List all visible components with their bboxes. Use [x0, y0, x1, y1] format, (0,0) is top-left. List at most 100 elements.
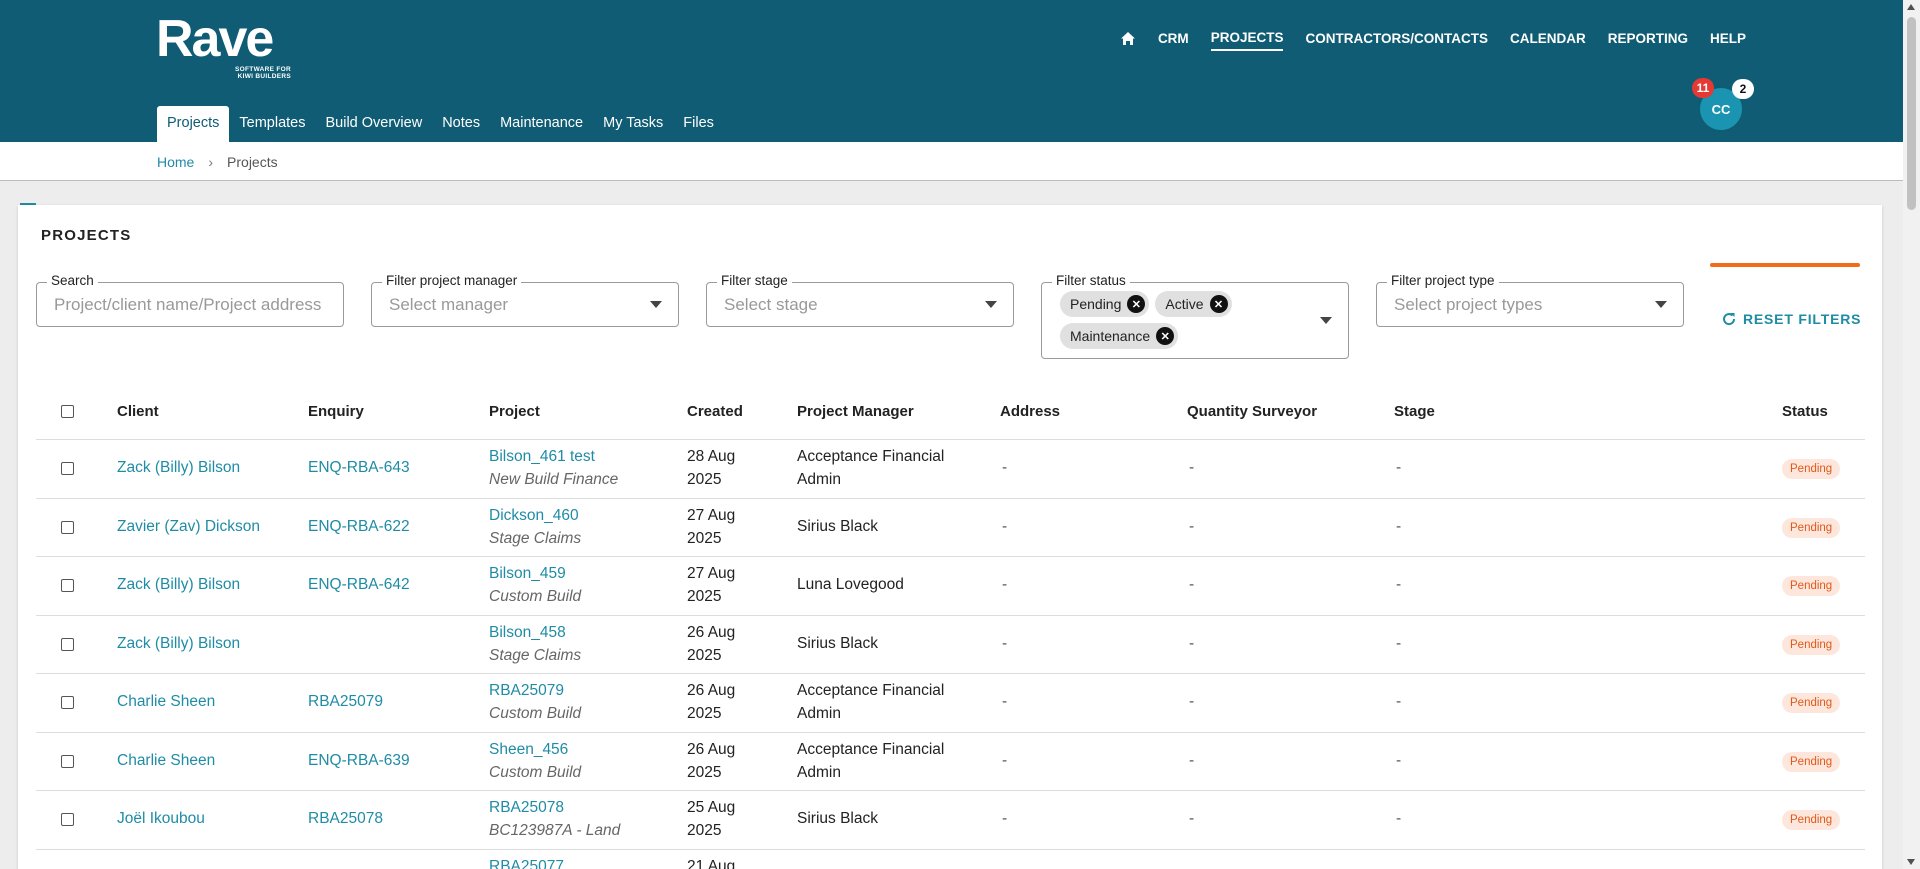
- enquiry-link[interactable]: ENQ-RBA-639: [308, 752, 410, 770]
- project-type: Stage Claims: [489, 529, 582, 547]
- enquiry-link[interactable]: ENQ-RBA-643: [308, 459, 410, 477]
- manager-filter[interactable]: Filter project manager Select manager: [371, 273, 679, 327]
- remove-chip-icon[interactable]: ✕: [1127, 295, 1146, 313]
- row-checkbox[interactable]: [61, 813, 74, 826]
- row-checkbox[interactable]: [61, 462, 74, 475]
- user-menu[interactable]: CC 11 2: [1692, 78, 1754, 132]
- header-address[interactable]: Address: [1000, 403, 1060, 420]
- tab-maintenance[interactable]: Maintenance: [490, 106, 593, 142]
- table-row[interactable]: Zack (Billy) Bilson ENQ-RBA-643 Bilson_461…: [36, 440, 1865, 499]
- search-input[interactable]: [54, 295, 324, 315]
- header-created[interactable]: Created: [687, 403, 743, 420]
- project-type-filter[interactable]: Filter project type Select project types: [1376, 273, 1684, 327]
- page-title: PROJECTS: [41, 227, 132, 244]
- header-enquiry[interactable]: Enquiry: [308, 403, 364, 420]
- top-nav-projects[interactable]: PROJECTS: [1210, 30, 1284, 51]
- project-link[interactable]: Bilson_459: [489, 562, 581, 585]
- remove-chip-icon[interactable]: ✕: [1156, 327, 1175, 345]
- project-link[interactable]: Dickson_460: [489, 504, 581, 527]
- chevron-down-icon[interactable]: [1320, 317, 1332, 324]
- select-all-checkbox[interactable]: [61, 405, 74, 418]
- tab-templates[interactable]: Templates: [229, 106, 315, 142]
- search-field[interactable]: Search: [36, 273, 344, 327]
- project-manager-name-cont: Admin: [797, 471, 841, 488]
- manager-filter-placeholder: Select manager: [389, 295, 509, 314]
- tab-files[interactable]: Files: [673, 106, 724, 142]
- enquiry-link[interactable]: ENQ-RBA-622: [308, 518, 410, 536]
- status-chip-active: Active ✕: [1155, 291, 1232, 317]
- table-row[interactable]: Zack (Billy) Bilson ENQ-RBA-642 Bilson_459…: [36, 557, 1865, 616]
- breadcrumb-home[interactable]: Home: [157, 154, 194, 170]
- tab-my-tasks[interactable]: My Tasks: [593, 106, 673, 142]
- client-link[interactable]: Zavier (Zav) Dickson: [117, 518, 260, 536]
- page-scrollbar[interactable]: [1903, 0, 1920, 869]
- reset-filters-button[interactable]: RESET FILTERS: [1721, 311, 1861, 327]
- notifications-badge[interactable]: 11: [1692, 78, 1714, 98]
- client-link[interactable]: Charlie Sheen: [117, 752, 215, 770]
- tab-notes[interactable]: Notes: [432, 106, 490, 142]
- project-type: Stage Claims: [489, 646, 582, 664]
- address-cell: -: [1002, 517, 1008, 535]
- status-filter[interactable]: Filter status Pending ✕ Active ✕ Maintenanc…: [1041, 273, 1349, 359]
- scroll-thumb[interactable]: [1907, 17, 1916, 210]
- project-link[interactable]: RBA25079: [489, 679, 581, 702]
- row-checkbox[interactable]: [61, 579, 74, 592]
- client-link[interactable]: Zack (Billy) Bilson: [117, 635, 240, 653]
- project-manager-name: Luna Lovegood: [797, 576, 904, 593]
- top-nav-help[interactable]: HELP: [1710, 31, 1746, 50]
- quantity-surveyor-cell: -: [1189, 693, 1195, 710]
- table-row[interactable]: Joël Ikoubou RBA25078 RBA25078 BC123987A - …: [36, 791, 1865, 850]
- client-link[interactable]: Charlie Sheen: [117, 693, 215, 711]
- project-link[interactable]: Bilson_461 test: [489, 445, 618, 468]
- row-checkbox[interactable]: [61, 754, 74, 768]
- table-row[interactable]: Charlie Sheen ENQ-RBA-639 Sheen_456 Custom …: [36, 733, 1865, 791]
- table-row[interactable]: Charlie Sheen RBA25079 RBA25079 Custom Buil…: [36, 674, 1865, 733]
- status-chip-pending: Pending ✕: [1060, 291, 1150, 317]
- header-quantity-surveyor[interactable]: Quantity Surveyor: [1187, 403, 1317, 420]
- project-link[interactable]: Bilson_458: [489, 621, 581, 644]
- home-icon[interactable]: [1120, 31, 1136, 47]
- table-row[interactable]: Zack (Billy) Bilson Bilson_458 Stage Claim…: [36, 616, 1865, 674]
- tab-projects[interactable]: Projects: [157, 106, 230, 142]
- tab-build-overview[interactable]: Build Overview: [315, 106, 432, 142]
- header-project-manager[interactable]: Project Manager: [797, 403, 914, 420]
- chevron-down-icon[interactable]: [985, 301, 997, 308]
- remove-chip-icon[interactable]: ✕: [1209, 295, 1228, 313]
- chevron-down-icon[interactable]: [1655, 301, 1667, 308]
- enquiry-link[interactable]: RBA25078: [308, 810, 383, 828]
- project-link[interactable]: RBA25078: [489, 796, 620, 819]
- client-link[interactable]: Zack (Billy) Bilson: [117, 576, 240, 594]
- header-stage[interactable]: Stage: [1394, 403, 1435, 420]
- header-client[interactable]: Client: [117, 403, 159, 420]
- chevron-right-icon: ›: [208, 154, 214, 170]
- created-cell: 26 Aug 2025: [687, 621, 735, 667]
- header-status[interactable]: Status: [1782, 403, 1828, 420]
- table-row[interactable]: RBA25077 21 Aug: [36, 850, 1865, 869]
- scroll-down-arrow-icon[interactable]: [1907, 859, 1915, 865]
- row-checkbox[interactable]: [61, 520, 74, 534]
- enquiry-link[interactable]: ENQ-RBA-642: [308, 576, 410, 594]
- top-nav-reporting[interactable]: REPORTING: [1608, 31, 1688, 50]
- table-header: Client Enquiry Project Created Project M…: [36, 383, 1865, 440]
- row-checkbox[interactable]: [61, 696, 74, 709]
- stage-filter[interactable]: Filter stage Select stage: [706, 273, 1014, 327]
- messages-badge[interactable]: 2: [1732, 79, 1754, 99]
- status-badge: Pending: [1782, 810, 1841, 830]
- row-checkbox[interactable]: [61, 637, 74, 651]
- top-nav-contractors-contacts[interactable]: CONTRACTORS/CONTACTS: [1305, 31, 1488, 50]
- rave-logo[interactable]: Rave SOFTWARE FOR KIWI BUILDERS: [156, 13, 291, 80]
- top-nav-calendar[interactable]: CALENDAR: [1510, 31, 1586, 50]
- client-link[interactable]: Zack (Billy) Bilson: [117, 459, 240, 477]
- chevron-down-icon[interactable]: [650, 301, 662, 308]
- client-link[interactable]: Joël Ikoubou: [117, 810, 205, 828]
- project-type: BC123987A - Land: [489, 822, 621, 839]
- enquiry-link[interactable]: RBA25079: [308, 693, 383, 711]
- top-nav-crm[interactable]: CRM: [1158, 31, 1189, 50]
- header-project[interactable]: Project: [489, 403, 540, 420]
- projects-table: Client Enquiry Project Created Project M…: [36, 383, 1865, 869]
- table-row[interactable]: Zavier (Zav) Dickson ENQ-RBA-622 Dickson_4…: [36, 499, 1865, 557]
- project-link[interactable]: RBA25077: [489, 855, 564, 869]
- scroll-up-arrow-icon[interactable]: [1907, 4, 1915, 10]
- project-link[interactable]: Sheen_456: [489, 738, 581, 761]
- created-year: 2025: [687, 763, 722, 781]
